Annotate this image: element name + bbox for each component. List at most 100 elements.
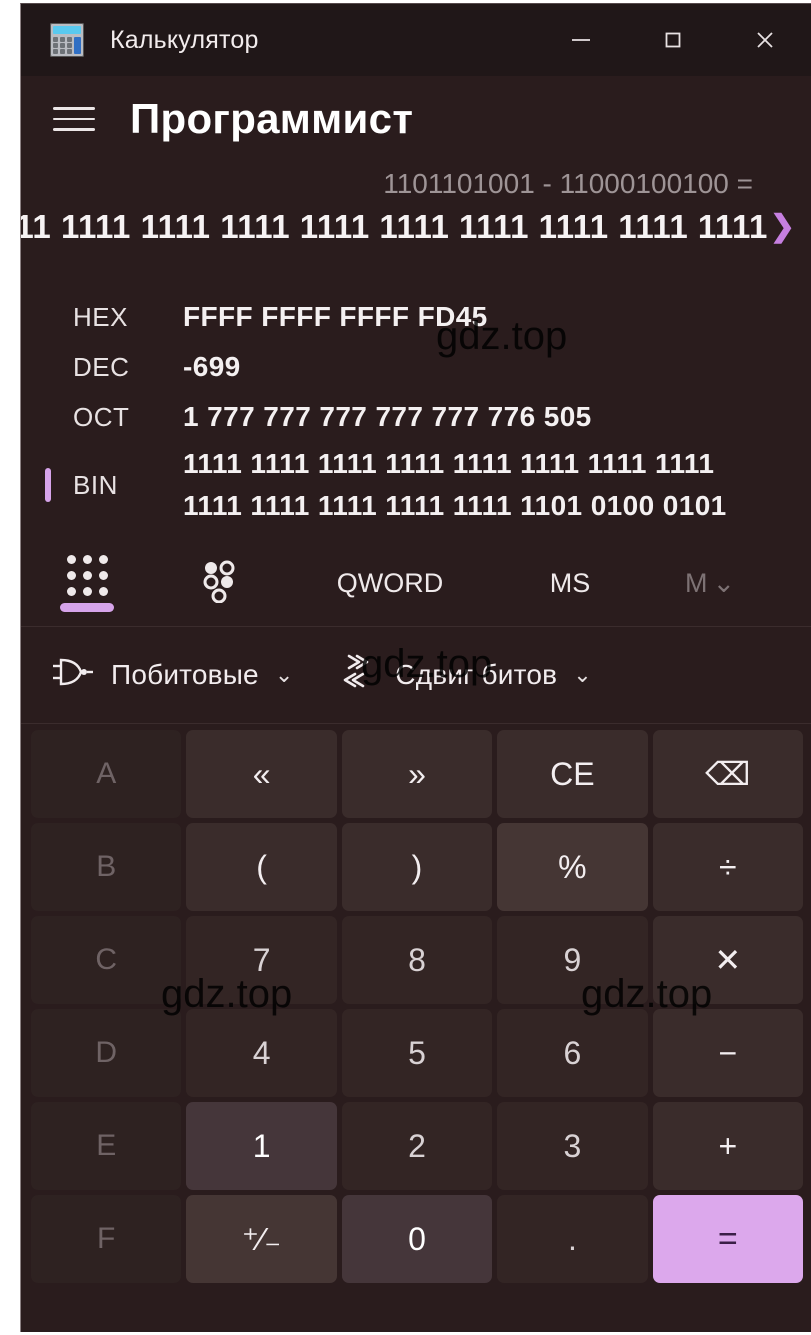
bit-shift-icon: [337, 652, 379, 699]
radix-label-oct: OCT: [73, 402, 130, 432]
operator-row: Побитовые ⌄ Сдвиг битов ⌄: [21, 627, 811, 724]
calculator-icon: [50, 23, 84, 57]
key-e[interactable]: E: [31, 1102, 182, 1190]
key-4[interactable]: 4: [186, 1009, 337, 1097]
bitwise-label: Побитовые: [111, 659, 259, 690]
bitwise-dropdown[interactable]: Побитовые ⌄: [51, 655, 293, 696]
mode-header: Программист: [21, 76, 811, 162]
radix-value-dec: -699: [183, 351, 241, 382]
chevron-down-icon: ⌄: [573, 662, 592, 687]
selection-indicator: [45, 468, 51, 502]
key-negate[interactable]: ⁺∕₋: [186, 1195, 337, 1283]
key-1-label: 1: [252, 1128, 271, 1164]
page-title: Программист: [130, 95, 414, 142]
hamburger-menu-icon[interactable]: [53, 96, 99, 142]
radix-row-dec[interactable]: DEC -699: [39, 342, 811, 392]
chevron-down-icon: ⌄: [274, 662, 294, 687]
key-a[interactable]: A: [31, 730, 182, 818]
key-divide[interactable]: ÷: [652, 823, 803, 911]
key-6-label: 6: [563, 1035, 582, 1071]
keypad-grid: A « » CE ⌫ B ()% ÷ C 7 8 9 ✕ D 4 5 6 − E 1 2 3 + F ⁺∕₋ 0. =: [21, 724, 811, 1293]
key-f[interactable]: F: [31, 1195, 182, 1283]
screenshot-frame: Калькулятор Программист 1101101001 - 110…: [0, 0, 811, 1335]
key-6[interactable]: 6: [497, 1009, 648, 1097]
radix-value-hex: FFFF FFFF FFFF FD45: [183, 301, 488, 332]
key-3-label: 3: [563, 1128, 582, 1164]
chevron-down-icon: ⌄: [712, 567, 736, 598]
display-toolbar: QWORD MS M ⌄: [21, 540, 811, 627]
key-7[interactable]: 7: [186, 916, 337, 1004]
key-9-label: 9: [563, 942, 582, 978]
chevron-right-icon[interactable]: ❯: [770, 212, 795, 242]
key-8[interactable]: 8: [341, 916, 493, 1004]
bitshift-label: Сдвиг битов: [395, 659, 558, 690]
key-9[interactable]: 9: [497, 916, 648, 1004]
key-percent[interactable]: %: [497, 823, 648, 911]
key-2-label: 2: [408, 1128, 426, 1164]
close-button[interactable]: [719, 4, 811, 76]
radix-label-dec: DEC: [73, 352, 130, 382]
key-b[interactable]: B: [31, 823, 182, 911]
bit-toggle-icon: [200, 559, 238, 608]
key-percent-label: %: [558, 849, 587, 885]
key-equals-label: =: [717, 1220, 738, 1258]
key-0-label: 0: [408, 1221, 426, 1257]
radix-value-bin-line2: 1111 1111 1111 1111 1111 1101 0100 0101: [183, 490, 727, 521]
key-7-label: 7: [252, 942, 271, 978]
bit-toggle-button[interactable]: [153, 540, 285, 626]
key-lshift[interactable]: «: [186, 730, 337, 818]
window-controls: [535, 4, 811, 76]
key-5-label: 5: [408, 1035, 426, 1071]
key-b-label: B: [96, 850, 117, 883]
key-ce[interactable]: CE: [497, 730, 648, 818]
result-row: 1 111 1 111 1 111 1 111 1 111 1 111 1 111 1 111 …: [21, 208, 801, 246]
key-open-paren-label: (: [256, 849, 267, 885]
memory-store-button[interactable]: MS: [495, 540, 645, 626]
app-title: Калькулятор: [110, 25, 259, 54]
keypad-toggle-button[interactable]: [21, 540, 153, 626]
key-close-paren-label: ): [411, 849, 423, 885]
display-area: 1101101001 - 11000100100 = 1 111 1 111 1 11…: [21, 162, 811, 246]
key-open-paren[interactable]: (: [186, 823, 337, 911]
key-multiply[interactable]: ✕: [652, 916, 803, 1004]
radix-row-hex[interactable]: HEX FFFF FFFF FFFF FD45: [39, 292, 811, 342]
key-multiply-label: ✕: [714, 942, 742, 978]
bitshift-dropdown[interactable]: Сдвиг битов ⌄: [337, 652, 592, 699]
radix-row-bin[interactable]: BIN 1111 1111 1111 1111 1111 1111 1111 1…: [39, 442, 811, 528]
key-close-paren[interactable]: ): [341, 823, 493, 911]
key-e-label: E: [96, 1129, 117, 1162]
key-negate-label: ⁺∕₋: [242, 1221, 282, 1257]
key-c-label: C: [95, 943, 118, 976]
key-0[interactable]: 0: [341, 1195, 493, 1283]
memory-menu-button[interactable]: M ⌄: [645, 540, 775, 626]
key-1[interactable]: 1: [186, 1102, 337, 1190]
key-d-label: D: [95, 1036, 118, 1069]
key-3[interactable]: 3: [497, 1102, 648, 1190]
key-c[interactable]: C: [31, 916, 182, 1004]
radix-label-hex: HEX: [73, 302, 128, 332]
key-equals[interactable]: =: [652, 1195, 803, 1283]
key-decimal[interactable]: .: [497, 1195, 648, 1283]
radix-row-oct[interactable]: OCT 1 777 777 777 777 777 776 505: [39, 392, 811, 442]
key-5[interactable]: 5: [341, 1009, 493, 1097]
title-bar: Калькулятор: [21, 4, 811, 76]
key-d[interactable]: D: [31, 1009, 182, 1097]
key-add[interactable]: +: [652, 1102, 803, 1190]
key-subtract-label: −: [718, 1035, 738, 1071]
memory-menu-label: M: [684, 567, 708, 598]
key-a-label: A: [96, 757, 117, 790]
minimize-button[interactable]: [535, 4, 627, 76]
key-backspace[interactable]: ⌫: [652, 730, 803, 818]
maximize-button[interactable]: [627, 4, 719, 76]
key-rshift[interactable]: »: [341, 730, 493, 818]
key-2[interactable]: 2: [341, 1102, 493, 1190]
word-size-button[interactable]: QWORD: [285, 540, 495, 626]
radix-value-bin-line1: 1111 1111 1111 1111 1111 1111 1111 1111: [183, 448, 715, 479]
active-underline: [60, 603, 114, 612]
key-f-label: F: [97, 1222, 116, 1255]
key-rshift-label: »: [408, 756, 426, 792]
key-subtract[interactable]: −: [652, 1009, 803, 1097]
key-divide-label: ÷: [719, 849, 737, 885]
radix-list: HEX FFFF FFFF FFFF FD45 DEC -699 OCT 1 7…: [21, 292, 811, 528]
result-value: 1 111 1 111 1 111 1 111 1 111 1 111 1 111 1 111 …: [21, 208, 768, 245]
